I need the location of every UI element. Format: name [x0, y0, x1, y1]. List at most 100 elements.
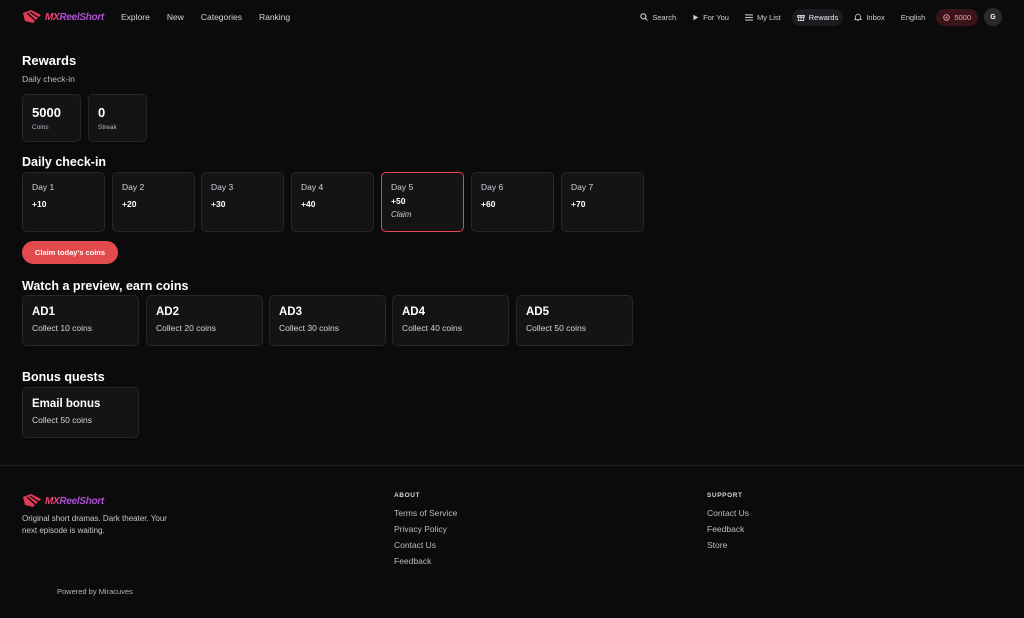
nav-ranking[interactable]: Ranking	[259, 12, 290, 22]
nav-search-label: Search	[652, 12, 677, 22]
top-navigation-bar: MXReelShort Explore New Categories Ranki…	[0, 0, 1024, 36]
play-icon	[693, 14, 699, 20]
ad-subtitle: Collect 50 coins	[526, 323, 587, 333]
claim-coins-button[interactable]: Claim today's coins	[22, 241, 118, 264]
brand-name-prefix: MX	[45, 495, 60, 507]
nav-search[interactable]: Search	[635, 9, 681, 26]
streak-stat-card: 0 Streak	[88, 94, 147, 142]
nav-inbox[interactable]: Inbox	[849, 9, 889, 26]
nav-rewards-label: Rewards	[808, 12, 839, 22]
primary-nav: Explore New Categories Ranking	[121, 12, 290, 22]
search-icon	[640, 13, 649, 21]
checkin-day-5-current[interactable]: Day 5 +50 Claim	[381, 172, 464, 232]
coin-balance-badge[interactable]: 5000	[936, 8, 978, 26]
quest-subtitle: Collect 50 coins	[32, 415, 93, 425]
day-label: Day 1	[32, 182, 55, 192]
brand-name-prefix: MX	[45, 11, 60, 23]
ad-subtitle: Collect 40 coins	[402, 323, 463, 333]
nav-new[interactable]: New	[167, 12, 184, 22]
language-selector[interactable]: English	[896, 9, 931, 26]
ad-title: AD4	[402, 306, 426, 318]
footer-link-support-feedback[interactable]: Feedback	[707, 524, 749, 534]
nav-explore[interactable]: Explore	[121, 12, 150, 22]
powered-by-text: Powered by Miracuves	[57, 587, 133, 596]
ad-card-5[interactable]: AD5 Collect 50 coins	[516, 295, 633, 346]
nav-rewards[interactable]: Rewards	[791, 8, 844, 26]
ad-subtitle: Collect 30 coins	[279, 323, 340, 333]
page-subtitle: Daily check-in	[22, 74, 75, 84]
footer-about-column: ABOUT Terms of Service Privacy Policy Co…	[394, 492, 457, 572]
checkin-day-4: Day 4 +40	[291, 172, 374, 232]
coins-stat-value: 5000	[32, 105, 61, 120]
brand-name-suffix: ReelShort	[59, 11, 104, 23]
day-reward: +10	[32, 199, 47, 209]
streak-stat-value: 0	[98, 105, 106, 120]
coins-stat-label: Coins	[32, 124, 49, 131]
ad-title: AD3	[279, 306, 303, 318]
day-label: Day 6	[481, 182, 504, 192]
day-label: Day 3	[211, 182, 234, 192]
nav-for-you-label: For You	[703, 12, 729, 22]
day-label: Day 7	[571, 182, 594, 192]
footer-about-heading: ABOUT	[394, 492, 421, 499]
footer-link-terms[interactable]: Terms of Service	[394, 508, 457, 518]
logo-icon	[23, 494, 41, 507]
brand-name-suffix: ReelShort	[59, 495, 104, 507]
nav-my-list-label: My List	[756, 12, 781, 22]
ad-card-4[interactable]: AD4 Collect 40 coins	[392, 295, 509, 346]
day-label: Day 5	[391, 182, 414, 192]
day-reward: +70	[571, 199, 586, 209]
ad-title: AD1	[32, 306, 56, 318]
page-title: Rewards	[22, 53, 77, 68]
footer-description: Original short dramas. Dark theater. You…	[22, 514, 167, 535]
day-claim-label[interactable]: Claim	[391, 210, 454, 219]
gift-icon	[796, 15, 805, 21]
footer-link-store[interactable]: Store	[707, 540, 749, 550]
checkin-day-1: Day 1 +10	[22, 172, 105, 232]
ad-card-1[interactable]: AD1 Collect 10 coins	[22, 295, 139, 346]
day-label: Day 4	[301, 182, 324, 192]
checkin-day-6: Day 6 +60	[471, 172, 554, 232]
nav-categories[interactable]: Categories	[201, 12, 242, 22]
ad-card-2[interactable]: AD2 Collect 20 coins	[146, 295, 263, 346]
footer-support-column: SUPPORT Contact Us Feedback Store	[707, 492, 749, 556]
quest-title: Email bonus	[32, 398, 101, 410]
list-icon	[745, 13, 753, 21]
day-reward: +50	[391, 196, 406, 206]
ad-title: AD5	[526, 306, 550, 318]
secondary-nav: Search For You My List Rewards Inbox Eng…	[635, 8, 1002, 26]
logo-icon	[23, 10, 41, 23]
coins-stat-card: 5000 Coins	[22, 94, 81, 142]
user-avatar[interactable]: G	[984, 8, 1002, 26]
coin-balance-value: 5000	[954, 12, 971, 22]
bell-icon	[854, 13, 863, 21]
nav-for-you[interactable]: For You	[687, 9, 734, 26]
quest-card-email-bonus[interactable]: Email bonus Collect 50 coins	[22, 387, 139, 438]
footer-link-privacy[interactable]: Privacy Policy	[394, 524, 457, 534]
footer-brand-logo[interactable]: MXReelShort	[22, 494, 104, 508]
nav-inbox-label: Inbox	[866, 12, 885, 22]
day-label: Day 2	[122, 182, 145, 192]
nav-my-list[interactable]: My List	[740, 9, 786, 26]
day-reward: +30	[211, 199, 226, 209]
footer-divider	[0, 465, 1024, 466]
day-reward: +60	[481, 199, 496, 209]
day-reward: +40	[301, 199, 316, 209]
checkin-day-3: Day 3 +30	[201, 172, 284, 232]
checkin-day-2: Day 2 +20	[112, 172, 195, 232]
quests-heading: Bonus quests	[22, 370, 105, 384]
streak-stat-label: Streak	[98, 124, 117, 131]
coin-icon	[943, 13, 951, 21]
ad-subtitle: Collect 10 coins	[32, 323, 93, 333]
footer-link-support-contact[interactable]: Contact Us	[707, 508, 749, 518]
checkin-day-7: Day 7 +70	[561, 172, 644, 232]
checkin-heading: Daily check-in	[22, 155, 107, 169]
brand-logo[interactable]: MXReelShort	[22, 10, 104, 24]
footer-link-feedback[interactable]: Feedback	[394, 556, 457, 566]
ads-heading: Watch a preview, earn coins	[22, 279, 189, 293]
ad-card-3[interactable]: AD3 Collect 30 coins	[269, 295, 386, 346]
ad-subtitle: Collect 20 coins	[156, 323, 217, 333]
footer-support-heading: SUPPORT	[707, 492, 743, 499]
footer-link-contact[interactable]: Contact Us	[394, 540, 457, 550]
ad-title: AD2	[156, 306, 180, 318]
